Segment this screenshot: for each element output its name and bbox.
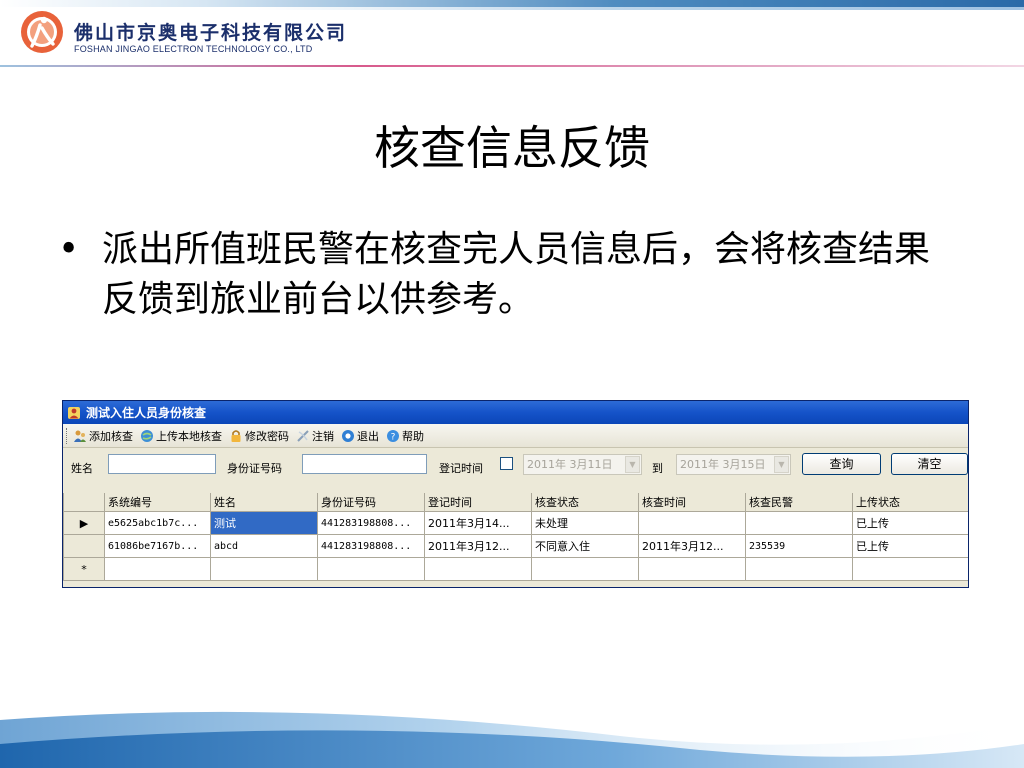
users-icon <box>74 430 86 442</box>
name-input[interactable] <box>108 454 216 474</box>
upload-globe-icon <box>141 429 153 442</box>
bullet-marker: • <box>58 229 80 270</box>
table-cell[interactable]: 61086be7167b... <box>104 534 211 558</box>
change-password-button[interactable]: 修改密码 <box>229 428 289 444</box>
bullet-text: 派出所值班民警在核查完人员信息后，会将核查结果反馈到旅业前台以供参考。 <box>102 229 931 320</box>
table-cell[interactable]: 2011年3月12... <box>424 534 532 558</box>
header-stripe <box>0 0 1024 10</box>
table-row[interactable]: 61086be7167b... abcd 441283198808... 201… <box>63 534 968 558</box>
new-row[interactable]: * <box>63 557 968 581</box>
table-header-row: 系统编号 姓名 身份证号码 登记时间 核查状态 核查时间 核查民警 上传状态 <box>63 493 968 512</box>
new-row-indicator[interactable]: * <box>63 557 105 581</box>
help-label: 帮助 <box>402 429 424 443</box>
table-cell[interactable] <box>531 557 639 581</box>
column-header[interactable]: 身份证号码 <box>317 493 425 512</box>
table-cell[interactable] <box>852 557 968 581</box>
table-row[interactable]: ▶ e5625abc1b7c... 测试 441283198808... 201… <box>63 511 968 535</box>
app-window: 测试入住人员身份核查 添加核查 上传本地核查 修改密码 注销 退出 ? 帮助 姓… <box>62 400 969 588</box>
logout-button[interactable]: 注销 <box>296 428 334 444</box>
add-check-label: 添加核查 <box>89 429 133 443</box>
register-time-checkbox[interactable] <box>500 457 513 470</box>
logout-icon <box>297 429 309 442</box>
name-label: 姓名 <box>71 462 93 475</box>
help-button[interactable]: ? 帮助 <box>386 428 424 444</box>
change-password-label: 修改密码 <box>245 429 289 443</box>
company-logo-icon <box>21 11 63 53</box>
toolbar: 添加核查 上传本地核查 修改密码 注销 退出 ? 帮助 <box>63 424 968 448</box>
id-number-label: 身份证号码 <box>227 462 282 475</box>
logout-label: 注销 <box>312 429 334 443</box>
table-cell[interactable]: abcd <box>210 534 318 558</box>
column-header[interactable]: 核查时间 <box>638 493 746 512</box>
table-cell[interactable]: 2011年3月12... <box>638 534 746 558</box>
window-title: 测试入住人员身份核查 <box>86 406 207 420</box>
exit-label: 退出 <box>357 429 379 443</box>
company-name-cn: 佛山市京奥电子科技有限公司 <box>74 22 348 44</box>
results-table: 系统编号 姓名 身份证号码 登记时间 核查状态 核查时间 核查民警 上传状态 ▶… <box>63 493 968 581</box>
table-cell[interactable] <box>210 557 318 581</box>
table-cell-selected[interactable]: 测试 <box>210 511 318 535</box>
clear-button[interactable]: 清空 <box>891 453 968 475</box>
help-icon: ? <box>387 429 399 442</box>
current-row-indicator[interactable]: ▶ <box>63 511 105 535</box>
row-indicator[interactable] <box>63 534 105 558</box>
table-cell[interactable] <box>104 557 211 581</box>
upload-local-check-button[interactable]: 上传本地核查 <box>140 428 222 444</box>
filter-bar: 姓名 身份证号码 登记时间 2011年 3月11日 ▼ 到 2011年 3月15… <box>63 448 968 484</box>
company-name-en: FOSHAN JINGAO ELECTRON TECHNOLOGY CO., L… <box>74 44 313 54</box>
upload-local-check-label: 上传本地核查 <box>156 429 222 443</box>
bullet-point: • 派出所值班民警在核查完人员信息后，会将核查结果反馈到旅业前台以供参考。 <box>58 225 938 325</box>
table-cell[interactable]: 441283198808... <box>317 511 425 535</box>
table-cell[interactable]: 未处理 <box>531 511 639 535</box>
column-header[interactable]: 上传状态 <box>852 493 968 512</box>
to-label: 到 <box>652 462 663 475</box>
row-header-corner <box>63 493 105 512</box>
header-divider <box>0 65 1024 67</box>
svg-text:?: ? <box>391 432 396 442</box>
register-time-label: 登记时间 <box>439 462 483 475</box>
table-cell[interactable]: 已上传 <box>852 534 968 558</box>
table-cell[interactable]: e5625abc1b7c... <box>104 511 211 535</box>
column-header[interactable]: 核查民警 <box>745 493 853 512</box>
table-cell[interactable]: 2011年3月14... <box>424 511 532 535</box>
column-header[interactable]: 姓名 <box>210 493 318 512</box>
table-cell[interactable] <box>638 511 746 535</box>
table-cell[interactable] <box>424 557 532 581</box>
column-header[interactable]: 核查状态 <box>531 493 639 512</box>
slide-title: 核查信息反馈 <box>374 121 650 175</box>
column-header[interactable]: 登记时间 <box>424 493 532 512</box>
table-cell[interactable] <box>317 557 425 581</box>
date-to-value: 2011年 3月15日 <box>680 458 766 471</box>
date-to-picker[interactable]: 2011年 3月15日 ▼ <box>676 454 791 475</box>
table-cell[interactable] <box>745 511 853 535</box>
exit-button[interactable]: 退出 <box>341 428 379 444</box>
id-number-input[interactable] <box>302 454 427 474</box>
add-check-button[interactable]: 添加核查 <box>73 428 133 444</box>
table-cell[interactable] <box>638 557 746 581</box>
app-icon <box>68 406 80 419</box>
chevron-down-icon[interactable]: ▼ <box>774 456 789 473</box>
table-cell[interactable]: 不同意入住 <box>531 534 639 558</box>
table-cell[interactable]: 已上传 <box>852 511 968 535</box>
query-button[interactable]: 查询 <box>802 453 881 475</box>
exit-icon <box>342 429 354 442</box>
footer-swoosh <box>0 711 1024 768</box>
table-cell[interactable] <box>745 557 853 581</box>
lock-icon <box>231 429 241 442</box>
table-cell[interactable]: 235539 <box>745 534 853 558</box>
toolbar-grip[interactable] <box>66 427 70 444</box>
window-titlebar[interactable]: 测试入住人员身份核查 <box>63 401 968 424</box>
column-header[interactable]: 系统编号 <box>104 493 211 512</box>
table-cell[interactable]: 441283198808... <box>317 534 425 558</box>
date-from-value: 2011年 3月11日 <box>527 458 613 471</box>
chevron-down-icon[interactable]: ▼ <box>625 456 640 473</box>
date-from-picker[interactable]: 2011年 3月11日 ▼ <box>523 454 642 475</box>
